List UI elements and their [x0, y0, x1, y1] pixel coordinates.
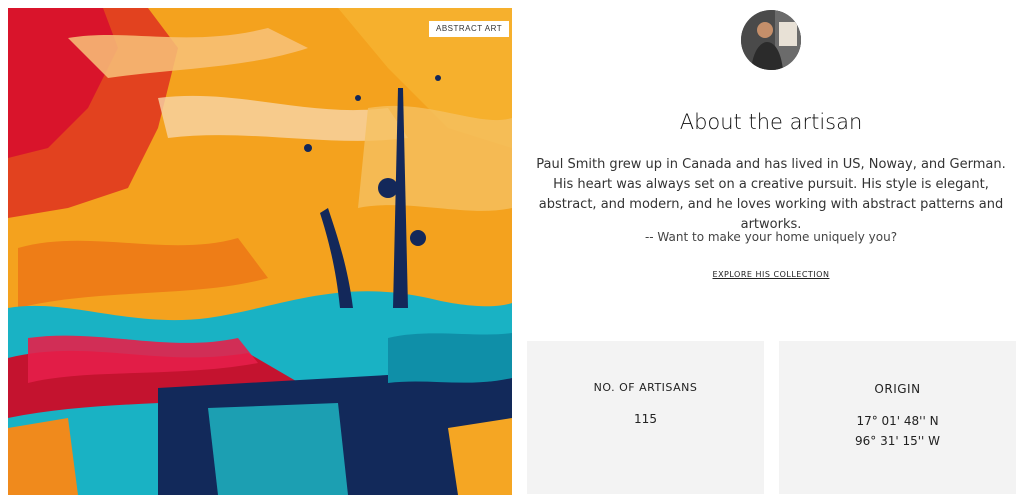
category-tag: ABSTRACT ART: [429, 21, 510, 37]
artisans-count-value: 115: [634, 412, 657, 426]
artisan-quote: -- Want to make your home uniquely you?: [644, 230, 898, 244]
origin-title: ORIGIN: [874, 382, 921, 396]
artisans-count-title: NO. OF ARTISANS: [593, 381, 698, 394]
origin-longitude: 96° 31' 15'' W: [854, 434, 940, 448]
explore-collection-link-wrap: EXPLORE HIS COLLECTION: [528, 270, 1014, 279]
artisan-avatar: [741, 10, 801, 70]
origin-card: ORIGIN 17° 01' 48'' N 96° 31' 15'' W: [779, 341, 1016, 494]
about-heading: About the artisan: [679, 110, 863, 134]
abstract-art-image: [8, 8, 512, 495]
origin-latitude: 17° 01' 48'' N: [856, 414, 939, 428]
artisan-bio: Paul Smith grew up in Canada and has liv…: [536, 157, 1006, 232]
origin-coordinates: 17° 01' 48'' N 96° 31' 15'' W: [779, 411, 1016, 451]
artisans-count-card: NO. OF ARTISANS 115: [527, 341, 764, 494]
explore-collection-link[interactable]: EXPLORE HIS COLLECTION: [713, 270, 830, 279]
